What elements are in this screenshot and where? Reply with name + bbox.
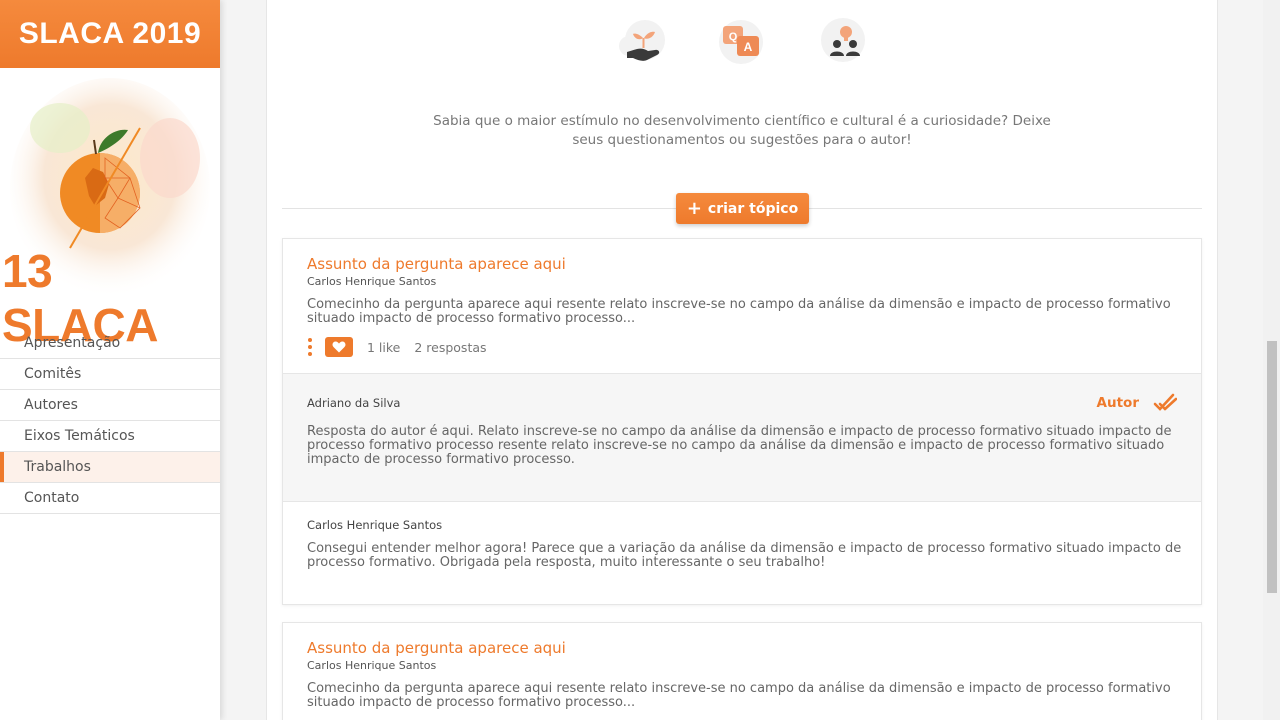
topic-card: Assunto da pergunta aparece aqui Carlos … [282,238,1202,605]
nav-item-eixos-tematicos[interactable]: Eixos Temáticos [0,421,220,452]
plus-icon: + [686,198,702,219]
nav-item-contato[interactable]: Contato [0,483,220,514]
topic-actions: 1 like 2 respostas [307,337,501,357]
topic-title[interactable]: Assunto da pergunta aparece aqui [307,639,566,657]
intro-icons: Q A [267,16,1217,72]
create-topic-label: criar tópico [707,200,799,217]
double-check-icon [1153,393,1177,411]
topic-excerpt: Comecinho da pergunta aparece aqui resen… [307,297,1171,326]
main-panel: Q A Sabia que o maior estímulo no desenv… [266,0,1218,720]
topic-author: Carlos Henrique Santos [307,659,437,672]
reply-count[interactable]: 2 respostas [414,340,486,355]
nav-item-comites[interactable]: Comitês [0,359,220,390]
author-reply: Adriano da Silva Autor Resposta do autor… [283,373,1201,502]
create-topic-button[interactable]: + criar tópico [676,193,809,224]
topic-excerpt: Comecinho da pergunta aparece aqui resen… [307,681,1171,710]
event-logo: 13 SLACA [0,68,220,351]
intro-text: Sabia que o maior estímulo no desenvolvi… [433,113,1051,148]
qa-icon: Q A [715,16,767,68]
sidebar-nav: Apresentação Comitês Autores Eixos Temát… [0,328,220,514]
reply-name: Adriano da Silva [307,396,401,410]
sidebar: SLACA 2019 13 SLACA Apresentação Comitês… [0,0,220,720]
like-button[interactable] [325,337,353,357]
brand-title[interactable]: SLACA 2019 [0,0,220,68]
heart-icon [332,341,346,353]
vertical-scrollbar[interactable] [1263,0,1280,720]
nav-item-apresentacao[interactable]: Apresentação [0,328,220,359]
hand-plant-icon [615,16,667,68]
svg-text:A: A [744,40,753,54]
topic-author: Carlos Henrique Santos [307,275,437,288]
user-reply: Carlos Henrique Santos Consegui entender… [283,503,1201,604]
nav-item-autores[interactable]: Autores [0,390,220,421]
reply-name: Carlos Henrique Santos [307,518,443,532]
reply-text: Resposta do autor é aqui. Relato inscrev… [307,424,1172,467]
more-options-icon[interactable] [307,338,313,356]
svg-text:Q: Q [729,31,738,43]
author-badge-label: Autor [1096,395,1139,411]
like-count: 1 like [367,339,401,355]
topic-title[interactable]: Assunto da pergunta aparece aqui [307,255,566,273]
scrollbar-thumb[interactable] [1267,341,1277,593]
nav-item-trabalhos[interactable]: Trabalhos [0,452,220,483]
author-badge: Autor [1097,392,1177,414]
people-icon [817,16,869,68]
topic-card: Assunto da pergunta aparece aqui Carlos … [282,622,1202,720]
reply-text: Consegui entender melhor agora! Parece q… [307,541,1182,570]
